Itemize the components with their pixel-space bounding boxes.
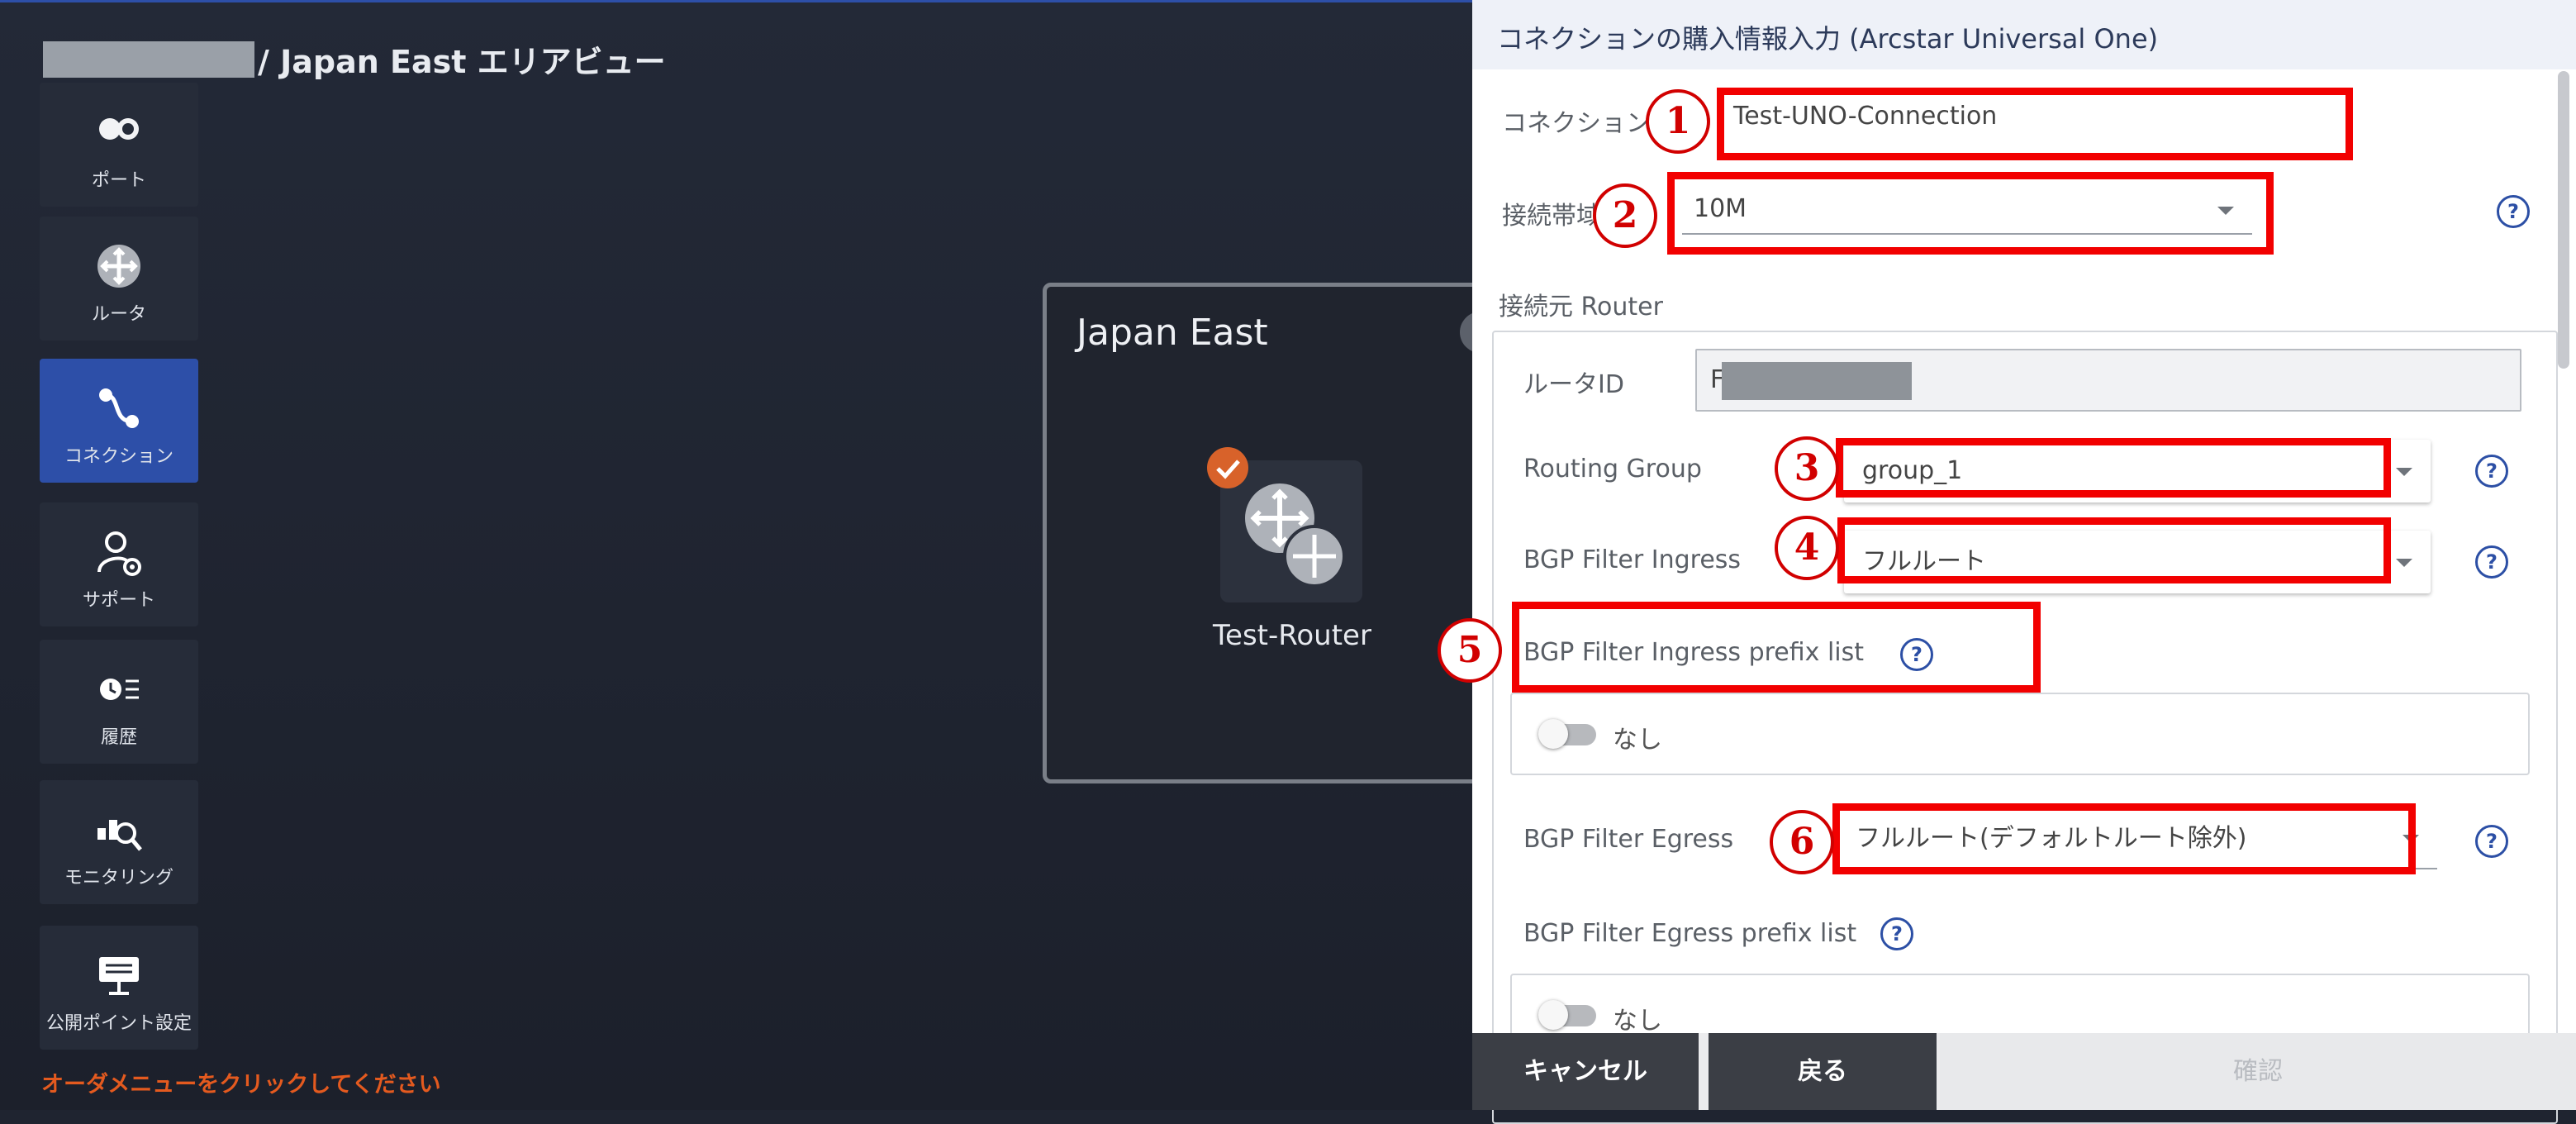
callout-1: 1: [1646, 89, 1710, 154]
help-icon[interactable]: ?: [2475, 455, 2508, 488]
help-icon[interactable]: ?: [2475, 545, 2508, 579]
sidebar-item-label: ポート: [91, 170, 146, 191]
public-point-icon: [99, 957, 139, 995]
sidebar-item-label: モニタリング: [64, 868, 173, 888]
connection-purchase-panel: コネクションの購入情報入力 (Arcstar Universal One) コネ…: [1438, 0, 2576, 1124]
panel-header: コネクションの購入情報入力 (Arcstar Universal One): [1472, 0, 2576, 69]
bgp-ingress-label: BGP Filter Ingress: [1523, 545, 1742, 574]
bgp-ingress-prefix-toggle[interactable]: [1538, 719, 1596, 749]
callout-6: 6: [1770, 810, 1834, 874]
area-card-japan-east[interactable]: Japan East Test-Router: [1043, 283, 1514, 783]
area-name: Japan East: [1077, 312, 1268, 354]
highlight-box-6: [1832, 803, 2416, 874]
breadcrumb-title: / Japan East エリアビュー: [258, 44, 666, 80]
sidebar-item-history[interactable]: 履歴: [40, 640, 198, 764]
sidebar-item-support[interactable]: サポート: [40, 502, 198, 626]
callout-4: 4: [1775, 516, 1839, 580]
bgp-egress-prefix-toggle[interactable]: [1538, 1000, 1596, 1030]
bgp-ingress-prefix-toggle-label: なし: [1613, 726, 1662, 755]
bgp-egress-prefix-toggle-label: なし: [1613, 1007, 1662, 1036]
area-view: / Japan East エリアビュー ポート ルータ コネクション サポート …: [0, 0, 1514, 1110]
bgp-ingress-prefix-box: なし: [1510, 693, 2530, 775]
support-icon: [97, 531, 141, 576]
sidebar-item-label: 公開ポイント設定: [45, 1013, 192, 1034]
sidebar-item-connection[interactable]: コネクション: [40, 359, 198, 483]
panel-footer: キャンセル 戻る 確認: [1472, 1033, 2576, 1110]
connection-icon: [99, 388, 139, 428]
sidebar-item-port[interactable]: ポート: [40, 83, 198, 207]
chevron-down-icon: [2396, 468, 2412, 476]
highlight-box-5: [1512, 602, 2041, 693]
panel-title: コネクションの購入情報入力 (Arcstar Universal One): [1497, 23, 2159, 55]
selected-check-icon: [1207, 447, 1248, 488]
highlight-box-4: [1837, 517, 2391, 583]
order-menu-hint: オーダメニューをクリックしてください: [41, 1072, 441, 1098]
sidebar-item-label: サポート: [82, 590, 155, 611]
source-router-section-label: 接続元 Router: [1499, 293, 1663, 321]
history-icon: [100, 679, 139, 700]
callout-3: 3: [1775, 436, 1839, 501]
sidebar-item-public-point[interactable]: 公開ポイント設定: [40, 926, 198, 1050]
bgp-egress-label: BGP Filter Egress: [1523, 825, 1734, 854]
panel-scrollbar[interactable]: [2558, 71, 2569, 369]
callout-2: 2: [1593, 183, 1657, 248]
sidebar-item-router[interactable]: ルータ: [40, 217, 198, 341]
sidebar-item-label: ルータ: [91, 304, 146, 325]
bgp-egress-prefix-label: BGP Filter Egress prefix list: [1523, 919, 1857, 948]
top-accent-line: [0, 0, 1472, 2]
help-icon[interactable]: ?: [1880, 917, 1913, 950]
cancel-button[interactable]: キャンセル: [1472, 1033, 1699, 1110]
router-icon: [97, 245, 140, 288]
toggle-knob: [1538, 1000, 1568, 1030]
callout-5: 5: [1438, 618, 1502, 683]
router-name: Test-Router: [1213, 619, 1371, 652]
help-icon[interactable]: ?: [2475, 825, 2508, 858]
redacted-router-id: [1722, 362, 1912, 400]
sidebar-item-monitoring[interactable]: モニタリング: [40, 780, 198, 904]
bandwidth-label: 接続帯域: [1502, 202, 1601, 231]
router-id-field: F: [1695, 349, 2521, 412]
confirm-button[interactable]: 確認: [1940, 1033, 2576, 1110]
highlight-box-3: [1836, 438, 2391, 498]
app-window: / Japan East エリアビュー ポート ルータ コネクション サポート …: [0, 0, 2576, 1124]
sidebar-item-label: 履歴: [100, 727, 137, 748]
router-id-label: ルータID: [1523, 370, 1624, 399]
chevron-down-icon: [2396, 559, 2412, 567]
highlight-box-2: [1667, 172, 2274, 255]
router-icon: [1245, 483, 1346, 588]
back-button[interactable]: 戻る: [1709, 1033, 1937, 1110]
port-icon: [99, 118, 139, 140]
toggle-knob: [1538, 719, 1568, 749]
highlight-box-1: [1717, 88, 2353, 160]
help-icon[interactable]: ?: [2497, 195, 2530, 228]
monitoring-icon: [97, 820, 142, 851]
routing-group-label: Routing Group: [1523, 455, 1702, 483]
redacted-tenant-name: [43, 41, 254, 78]
sidebar-item-label: コネクション: [64, 446, 173, 467]
